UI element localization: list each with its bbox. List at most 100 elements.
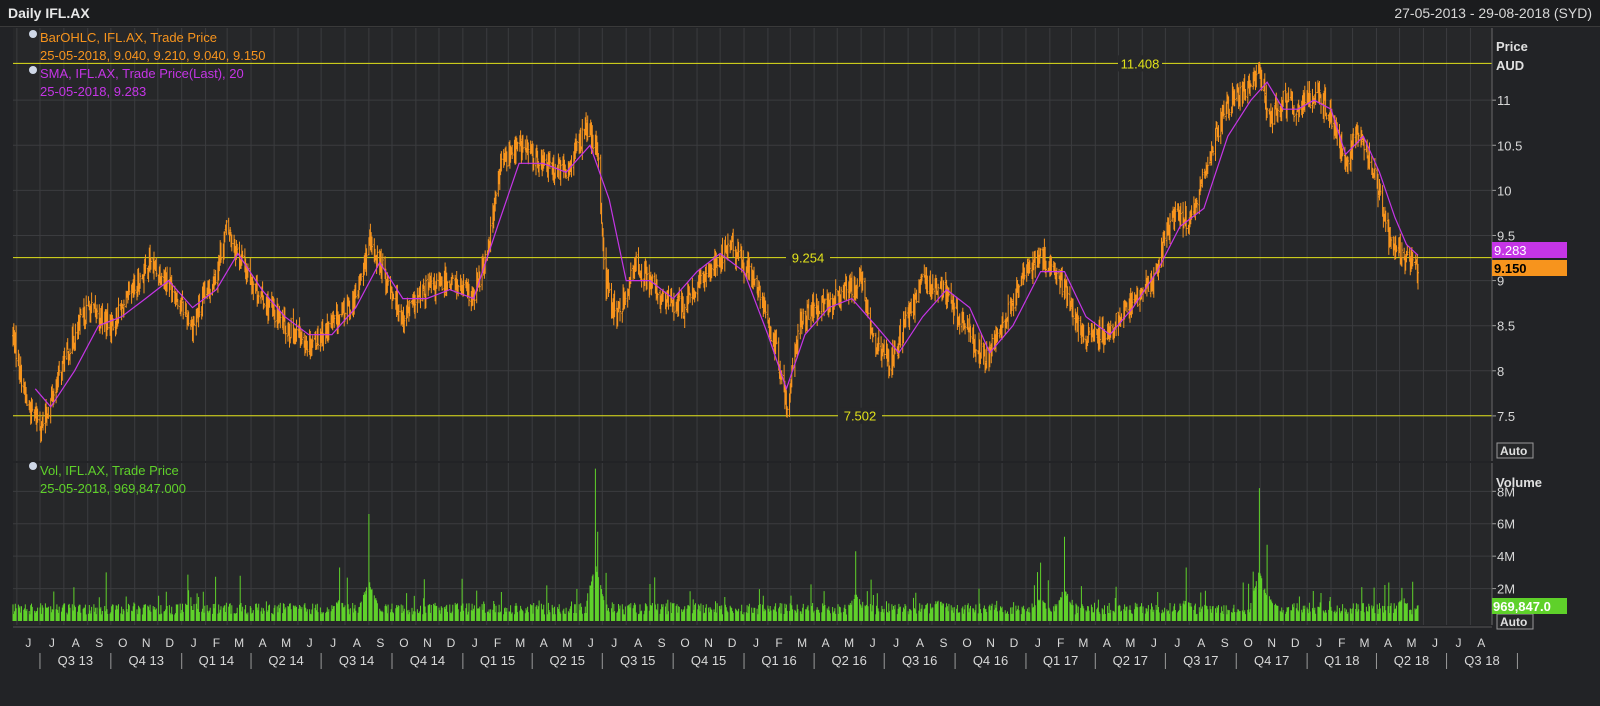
month-tick-label: O bbox=[399, 636, 408, 650]
title-bar: Daily IFL.AX 27-05-2013 - 29-08-2018 (SY… bbox=[0, 0, 1600, 27]
quarter-tick-label: Q4 14 bbox=[410, 653, 445, 668]
month-tick-label: J bbox=[330, 636, 336, 650]
chart-window: Daily IFL.AX 27-05-2013 - 29-08-2018 (SY… bbox=[0, 0, 1600, 706]
quarter-tick-label: Q3 17 bbox=[1183, 653, 1218, 668]
legend-vol-label: Vol, IFL.AX, Trade Price bbox=[40, 463, 179, 478]
month-tick-label: A bbox=[353, 636, 361, 650]
month-tick-label: O bbox=[118, 636, 127, 650]
horizontal-line-label: 7.502 bbox=[844, 409, 877, 424]
price-tick-label: 9.5 bbox=[1497, 228, 1515, 243]
month-tick-label: M bbox=[1360, 636, 1370, 650]
quarter-tick-label: Q4 13 bbox=[129, 653, 164, 668]
quarter-tick-label: Q4 15 bbox=[691, 653, 726, 668]
month-tick-label: N bbox=[1267, 636, 1276, 650]
month-tick-label: M bbox=[1125, 636, 1135, 650]
quarter-tick-label: Q1 15 bbox=[480, 653, 515, 668]
month-tick-label: J bbox=[191, 636, 197, 650]
price-tick-label: 8.5 bbox=[1497, 319, 1515, 334]
month-tick-label: N bbox=[986, 636, 995, 650]
month-tick-label: J bbox=[1035, 636, 1041, 650]
month-tick-label: M bbox=[562, 636, 572, 650]
legend-bar-values: 25-05-2018, 9.040, 9.210, 9.040, 9.150 bbox=[40, 48, 266, 63]
month-tick-label: J bbox=[49, 636, 55, 650]
price-tick-label: 8 bbox=[1497, 364, 1504, 379]
sma-last-value: 9.283 bbox=[1494, 243, 1527, 258]
legend-sma-label: SMA, IFL.AX, Trade Price(Last), 20 bbox=[40, 66, 244, 81]
volume-auto-label: Auto bbox=[1500, 615, 1527, 629]
month-tick-label: M bbox=[844, 636, 854, 650]
month-tick-label: M bbox=[1407, 636, 1417, 650]
quarter-tick-label: Q2 15 bbox=[550, 653, 585, 668]
month-tick-label: J bbox=[25, 636, 31, 650]
month-tick-label: S bbox=[376, 636, 384, 650]
quarter-tick-label: Q1 18 bbox=[1324, 653, 1359, 668]
month-tick-label: F bbox=[775, 636, 782, 650]
month-tick-label: D bbox=[1010, 636, 1019, 650]
price-tick-label: 10 bbox=[1497, 183, 1511, 198]
volume-tick-label: 2M bbox=[1497, 582, 1515, 597]
month-tick-label: J bbox=[307, 636, 313, 650]
quarter-tick-label: Q2 16 bbox=[831, 653, 866, 668]
month-tick-label: D bbox=[447, 636, 456, 650]
month-tick-label: A bbox=[72, 636, 80, 650]
close-last-value: 9.150 bbox=[1494, 261, 1527, 276]
legend-info-icon[interactable] bbox=[29, 462, 37, 470]
month-tick-label: A bbox=[1103, 636, 1111, 650]
month-tick-label: O bbox=[680, 636, 689, 650]
month-tick-label: J bbox=[1174, 636, 1180, 650]
price-axis-title: Price bbox=[1496, 39, 1528, 54]
time-axis[interactable]: JJASONDJFMAMJJASONDJFMAMJJASONDJFMAMJJAS… bbox=[13, 626, 1518, 669]
quarter-tick-label: Q2 14 bbox=[268, 653, 303, 668]
volume-last-value: 969,847.0 bbox=[1493, 599, 1551, 614]
quarter-tick-label: Q3 14 bbox=[339, 653, 374, 668]
month-tick-label: M bbox=[797, 636, 807, 650]
month-tick-label: J bbox=[893, 636, 899, 650]
month-tick-label: A bbox=[1384, 636, 1392, 650]
month-tick-label: S bbox=[95, 636, 103, 650]
month-tick-label: M bbox=[281, 636, 291, 650]
month-tick-label: F bbox=[1057, 636, 1064, 650]
month-tick-label: D bbox=[1291, 636, 1300, 650]
month-tick-label: S bbox=[658, 636, 666, 650]
month-tick-label: N bbox=[704, 636, 713, 650]
month-tick-label: J bbox=[472, 636, 478, 650]
month-tick-label: D bbox=[728, 636, 737, 650]
legend-info-icon[interactable] bbox=[29, 66, 37, 74]
horizontal-line-label: 11.408 bbox=[1121, 56, 1160, 71]
price-axis-unit: AUD bbox=[1496, 58, 1524, 73]
month-tick-label: A bbox=[259, 636, 267, 650]
month-tick-label: J bbox=[611, 636, 617, 650]
month-tick-label: F bbox=[1338, 636, 1345, 650]
month-tick-label: J bbox=[1432, 636, 1438, 650]
stock-chart: 11.4089.2547.502 7.588.599.51010.511 2M4… bbox=[12, 28, 1567, 669]
month-tick-label: D bbox=[165, 636, 174, 650]
quarter-tick-label: Q3 16 bbox=[902, 653, 937, 668]
legend-info-icon[interactable] bbox=[29, 30, 37, 38]
month-tick-label: A bbox=[540, 636, 548, 650]
price-auto-label: Auto bbox=[1500, 444, 1527, 458]
month-tick-label: A bbox=[822, 636, 830, 650]
month-tick-label: J bbox=[1316, 636, 1322, 650]
quarter-tick-label: Q3 13 bbox=[58, 653, 93, 668]
price-tick-label: 11 bbox=[1497, 93, 1511, 108]
quarter-tick-label: Q2 18 bbox=[1394, 653, 1429, 668]
month-tick-label: S bbox=[940, 636, 948, 650]
month-tick-label: A bbox=[634, 636, 642, 650]
month-tick-label: J bbox=[1455, 636, 1461, 650]
price-tick-label: 10.5 bbox=[1497, 138, 1522, 153]
date-range[interactable]: 27-05-2013 - 29-08-2018 (SYD) bbox=[1394, 5, 1592, 21]
quarter-tick-label: Q1 16 bbox=[761, 653, 796, 668]
horizontal-line-label: 9.254 bbox=[792, 251, 825, 266]
month-tick-label: M bbox=[1078, 636, 1088, 650]
volume-tick-label: 6M bbox=[1497, 517, 1515, 532]
quarter-tick-label: Q4 17 bbox=[1254, 653, 1289, 668]
month-tick-label: F bbox=[494, 636, 501, 650]
month-tick-label: N bbox=[423, 636, 432, 650]
month-tick-label: S bbox=[1221, 636, 1229, 650]
month-tick-label: A bbox=[1477, 636, 1485, 650]
month-tick-label: O bbox=[1244, 636, 1253, 650]
quarter-tick-label: Q1 17 bbox=[1043, 653, 1078, 668]
month-tick-label: F bbox=[213, 636, 220, 650]
month-tick-label: M bbox=[234, 636, 244, 650]
quarter-tick-label: Q1 14 bbox=[199, 653, 234, 668]
